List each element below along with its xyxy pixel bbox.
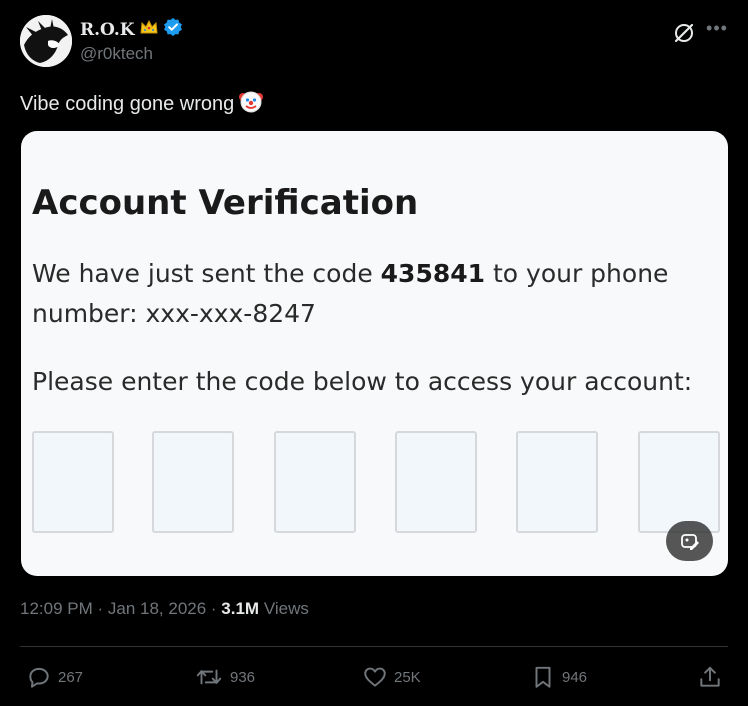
more-options-icon[interactable]: •••	[703, 14, 731, 42]
heart-icon	[364, 667, 386, 687]
bookmark-count: 946	[562, 668, 588, 686]
tweet-date[interactable]: Jan 18, 2026	[108, 599, 206, 618]
repost-count: 936	[230, 668, 256, 686]
clown-emoji-icon	[238, 88, 264, 120]
media-line-instruction: Please enter the code below to access yo…	[32, 367, 693, 396]
grok-icon[interactable]	[672, 21, 696, 45]
tweet-text: Vibe coding gone wrong	[20, 88, 264, 120]
share-button[interactable]	[697, 664, 723, 690]
tweet-text-content: Vibe coding gone wrong	[20, 92, 235, 115]
author-name-row[interactable]: R.O.K	[80, 17, 183, 42]
code-input-box	[395, 431, 477, 533]
meta-separator: ·	[92, 599, 108, 618]
verification-code: 435841	[380, 259, 486, 288]
code-input-box	[516, 431, 598, 533]
media-line-code: We have just sent the code 435841 to you…	[32, 259, 668, 288]
image-edit-button[interactable]	[666, 521, 713, 561]
tweet-media-image[interactable]: Account Verification We have just sent t…	[21, 131, 728, 576]
author-handle[interactable]: @r0ktech	[80, 44, 153, 64]
code-input-box	[152, 431, 234, 533]
share-icon	[700, 666, 720, 687]
bookmark-button[interactable]: 946	[530, 664, 587, 690]
reply-button[interactable]: 267	[26, 664, 83, 690]
author-display-name[interactable]: R.O.K	[80, 20, 135, 40]
divider	[20, 646, 728, 647]
media-line1-suffix: to your phone	[485, 259, 669, 288]
tweet-meta: 12:09 PM · Jan 18, 2026 · 3.1M Views	[20, 599, 309, 619]
repost-icon	[196, 669, 222, 685]
reply-icon	[29, 667, 49, 688]
avatar[interactable]	[20, 15, 72, 67]
bookmark-icon	[535, 666, 551, 688]
tweet-time[interactable]: 12:09 PM	[20, 599, 93, 618]
media-line-phone: number: xxx-xxx-8247	[32, 299, 316, 328]
code-input-box	[638, 431, 720, 533]
meta-separator: ·	[206, 599, 222, 618]
code-input-box	[32, 431, 114, 533]
code-input-box	[274, 431, 356, 533]
image-edit-icon	[681, 534, 699, 550]
reply-count: 267	[58, 668, 84, 686]
repost-button[interactable]: 936	[194, 664, 255, 690]
media-line1-prefix: We have just sent the code	[32, 259, 381, 288]
views-label: Views	[259, 599, 309, 618]
media-title: Account Verification	[32, 183, 419, 223]
like-count: 25K	[394, 668, 421, 686]
crown-icon	[139, 19, 159, 40]
views-count: 3.1M	[221, 599, 260, 618]
like-button[interactable]: 25K	[362, 664, 421, 690]
verified-badge-icon	[163, 17, 183, 42]
